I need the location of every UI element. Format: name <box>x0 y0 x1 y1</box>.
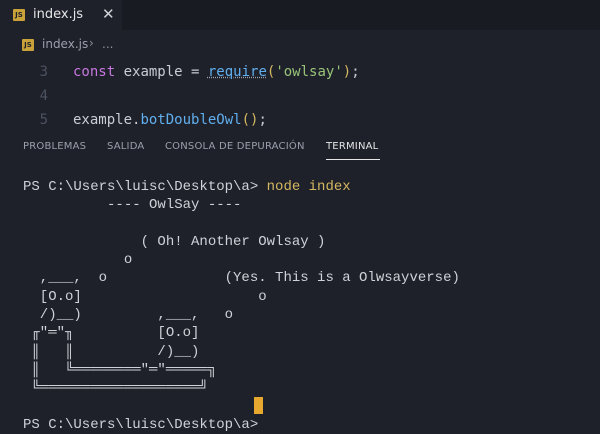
active-tab-indicator <box>326 159 380 160</box>
code-line[interactable]: 3 const example = require('owlsay'); <box>0 62 600 86</box>
tab-output[interactable]: SALIDA <box>107 141 144 152</box>
code-line[interactable]: 5 example.botDoubleOwl(); <box>0 110 600 134</box>
javascript-file-icon: JS <box>13 9 25 21</box>
terminal-prompt: PS C:\Users\luisc\Desktop\a> <box>23 416 259 433</box>
terminal-cursor <box>254 397 263 414</box>
code-text: const example = require('owlsay'); <box>73 64 360 80</box>
breadcrumb-more[interactable]: ... <box>102 37 113 51</box>
terminal-command: node index <box>266 179 351 195</box>
breadcrumb: JS index.js › ... <box>0 30 600 58</box>
code-text: example.botDoubleOwl(); <box>73 112 267 128</box>
tab-problems[interactable]: PROBLEMAS <box>23 141 86 152</box>
tab-title: index.js <box>33 7 84 22</box>
tab-debug-console[interactable]: CONSOLA DE DEPURACIÓN <box>165 141 305 152</box>
tab-terminal[interactable]: TERMINAL <box>326 141 378 152</box>
owlsay-output: ---- OwlSay ---- ( Oh! Another Owlsay ) … <box>31 197 460 397</box>
breadcrumb-file[interactable]: index.js <box>42 37 88 51</box>
panel-tabs: PROBLEMAS SALIDA CONSOLA DE DEPURACIÓN T… <box>0 134 600 162</box>
terminal-output[interactable]: PS C:\Users\luisc\Desktop\a> node index … <box>23 178 460 434</box>
line-number: 3 <box>39 64 48 80</box>
terminal-prompt: PS C:\Users\luisc\Desktop\a> <box>23 179 267 195</box>
javascript-file-icon: JS <box>22 39 34 51</box>
line-number: 4 <box>39 88 48 104</box>
close-icon[interactable]: ✕ <box>102 5 115 23</box>
line-number: 5 <box>39 112 48 128</box>
chevron-right-icon: › <box>89 36 94 50</box>
tab-bar: JS index.js ✕ <box>0 0 600 30</box>
code-line[interactable]: 4 <box>0 86 600 110</box>
tab-index-js[interactable]: JS index.js ✕ <box>0 0 122 30</box>
